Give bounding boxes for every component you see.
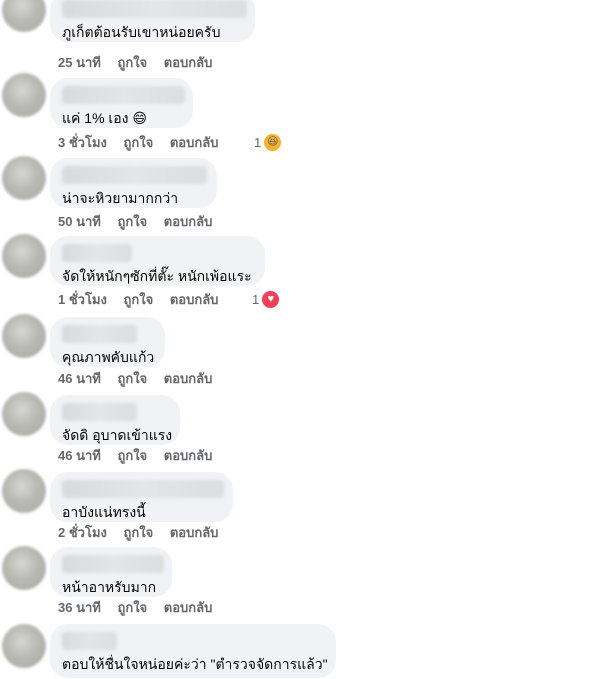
reply-button[interactable]: ตอบกลับ <box>164 600 213 615</box>
reply-button[interactable]: ตอบกลับ <box>170 292 219 307</box>
like-button[interactable]: ถูกใจ <box>124 525 154 540</box>
reaction-count: 1 <box>254 135 262 150</box>
comment-bubble: จัดดิ อุบาดเข้าแรง <box>50 395 180 445</box>
comment-meta: 2 ชั่วโมง ถูกใจ ตอบกลับ <box>58 525 231 541</box>
reply-button[interactable]: ตอบกลับ <box>164 214 213 229</box>
timestamp[interactable]: 46 นาที <box>58 371 101 386</box>
reply-button[interactable]: ตอบกลับ <box>164 55 213 70</box>
comment-meta: 3 ชั่วโมง ถูกใจ ตอบกลับ <box>58 135 231 151</box>
avatar[interactable] <box>2 234 46 278</box>
comment-text: น่าจะหิวยามากกว่า <box>62 190 179 206</box>
reply-button[interactable]: ตอบกลับ <box>170 525 219 540</box>
author-name-blurred[interactable] <box>62 632 117 650</box>
comment-text: คุณภาพคับแก้ว <box>62 349 155 365</box>
comment-bubble: หน้าอาหรับมาก <box>50 547 172 597</box>
timestamp[interactable]: 3 ชั่วโมง <box>58 135 107 150</box>
comment-text: ภูเก็ตต้อนรับเขาหน่อยครับ <box>62 24 221 40</box>
comment-meta: 25 นาที ถูกใจ ตอบกลับ <box>58 55 225 71</box>
like-button[interactable]: ถูกใจ <box>117 448 147 463</box>
comment-bubble: ภูเก็ตต้อนรับเขาหน่อยครับ <box>50 0 255 42</box>
comment-meta: 36 นาที ถูกใจ ตอบกลับ <box>58 600 225 616</box>
timestamp[interactable]: 1 ชั่วโมง <box>58 292 107 307</box>
avatar[interactable] <box>2 314 46 358</box>
avatar[interactable] <box>2 73 46 117</box>
author-name-blurred[interactable] <box>62 325 137 343</box>
comment-bubble: อาบังแน่ทรงนี้ <box>50 472 233 522</box>
like-button[interactable]: ถูกใจ <box>124 135 154 150</box>
comment-text: อาบังแน่ทรงนี้ <box>62 504 146 520</box>
love-icon: ♥ <box>262 291 280 308</box>
author-name-blurred[interactable] <box>62 0 247 18</box>
reaction-summary[interactable]: 1 ♥ <box>252 291 280 308</box>
comment-text: หน้าอาหรับมาก <box>62 579 157 595</box>
avatar[interactable] <box>2 156 46 200</box>
avatar[interactable] <box>2 624 46 668</box>
like-button[interactable]: ถูกใจ <box>117 371 147 386</box>
like-button[interactable]: ถูกใจ <box>117 214 147 229</box>
avatar[interactable] <box>2 469 46 513</box>
comment-text: จัดดิ อุบาดเข้าแรง <box>62 427 173 443</box>
comment-bubble: ตอบให้ชื่นใจหน่อยค่ะว่า "ตำรวจจัดการแล้ว… <box>50 624 336 678</box>
reply-button[interactable]: ตอบกลับ <box>170 135 219 150</box>
like-button[interactable]: ถูกใจ <box>117 600 147 615</box>
comment-meta: 50 นาที ถูกใจ ตอบกลับ <box>58 214 225 230</box>
reply-button[interactable]: ตอบกลับ <box>164 448 213 463</box>
comment-bubble: แค่ 1% เอง 😄 <box>50 78 193 128</box>
author-name-blurred[interactable] <box>62 166 207 184</box>
comment-text: ตอบให้ชื่นใจหน่อยค่ะว่า "ตำรวจจัดการแล้ว… <box>62 656 328 672</box>
timestamp[interactable]: 25 นาที <box>58 55 101 70</box>
author-name-blurred[interactable] <box>62 555 164 573</box>
avatar[interactable] <box>2 392 46 436</box>
author-name-blurred[interactable] <box>62 86 185 104</box>
comment-meta: 1 ชั่วโมง ถูกใจ ตอบกลับ <box>58 292 231 308</box>
author-name-blurred[interactable] <box>62 480 224 498</box>
reaction-summary[interactable]: 1 😆 <box>254 134 282 151</box>
avatar[interactable] <box>2 0 46 32</box>
author-name-blurred[interactable] <box>62 403 137 421</box>
reply-button[interactable]: ตอบกลับ <box>164 371 213 386</box>
like-button[interactable]: ถูกใจ <box>117 55 147 70</box>
comment-text: แค่ 1% เอง 😄 <box>62 110 147 126</box>
timestamp[interactable]: 2 ชั่วโมง <box>58 525 107 540</box>
comment-bubble: จัดให้หนักๆซักที่ตั๊ะ หนักเพ้อแระ <box>50 236 265 286</box>
timestamp[interactable]: 46 นาที <box>58 448 101 463</box>
comment-bubble: น่าจะหิวยามากกว่า <box>50 158 217 208</box>
author-name-blurred[interactable] <box>62 244 132 262</box>
reaction-count: 1 <box>252 292 260 307</box>
comment-meta: 46 นาที ถูกใจ ตอบกลับ <box>58 371 225 387</box>
timestamp[interactable]: 36 นาที <box>58 600 101 615</box>
comment-bubble: คุณภาพคับแก้ว <box>50 317 165 367</box>
haha-icon: 😆 <box>264 134 282 151</box>
comment-text: จัดให้หนักๆซักที่ตั๊ะ หนักเพ้อแระ <box>62 268 252 284</box>
like-button[interactable]: ถูกใจ <box>124 292 154 307</box>
avatar[interactable] <box>2 546 46 590</box>
timestamp[interactable]: 50 นาที <box>58 214 101 229</box>
comment-meta: 46 นาที ถูกใจ ตอบกลับ <box>58 448 225 464</box>
